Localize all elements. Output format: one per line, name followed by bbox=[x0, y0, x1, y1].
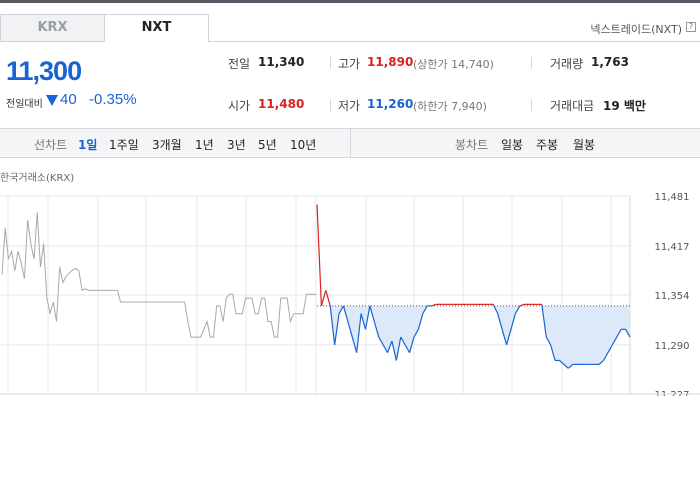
help-icon[interactable]: ? bbox=[686, 22, 696, 32]
low-value: 11,260 bbox=[367, 97, 414, 111]
history-price-line bbox=[1, 212, 316, 338]
period-1d-button[interactable]: 1일 bbox=[78, 136, 97, 153]
price-chart: 11,481 11,417 11,354 11,290 11,227 bbox=[0, 192, 700, 396]
y-tick-label: 11,417 bbox=[655, 242, 690, 253]
price-change-pct: -0.35% bbox=[89, 91, 137, 108]
upper-limit-note: (상한가 14,740) bbox=[413, 58, 494, 71]
prev-close-label: 전일 bbox=[228, 57, 251, 71]
line-chart-heading: 선차트 bbox=[34, 138, 68, 152]
period-3m-button[interactable]: 3개월 bbox=[152, 136, 182, 153]
open-value: 11,480 bbox=[258, 97, 305, 111]
volume-value: 1,763 bbox=[591, 55, 629, 69]
high-label: 고가 bbox=[338, 57, 361, 71]
y-tick-label: 11,481 bbox=[655, 192, 690, 203]
tab-divider bbox=[208, 41, 700, 42]
below-prev-close-area bbox=[317, 305, 630, 369]
turnover-label: 거래대금 bbox=[550, 99, 595, 113]
open-label: 시가 bbox=[228, 99, 251, 113]
stat-divider bbox=[330, 99, 331, 111]
intraday-line-segment bbox=[316, 204, 323, 306]
low-label: 저가 bbox=[338, 99, 361, 113]
candle-chart-heading: 봉차트 bbox=[455, 138, 489, 152]
stat-divider bbox=[330, 57, 331, 69]
y-tick-label: 11,354 bbox=[655, 291, 690, 302]
intraday-line-segment bbox=[519, 303, 525, 307]
stat-divider bbox=[531, 99, 532, 111]
current-price: 11,300 bbox=[6, 56, 82, 86]
down-triangle-icon bbox=[46, 95, 58, 106]
period-10y-button[interactable]: 10년 bbox=[290, 136, 316, 153]
top-border bbox=[0, 0, 700, 3]
price-change: 40 bbox=[60, 91, 77, 108]
prev-close-value: 11,340 bbox=[258, 55, 305, 69]
intraday-line-segment bbox=[320, 290, 327, 307]
period-toolbar: 선차트 1일 1주일 3개월 1년 3년 5년 10년 봉차트 일봉 주봉 월봉 bbox=[0, 128, 700, 158]
intraday-line-segment bbox=[325, 290, 331, 307]
toolbar-divider bbox=[350, 129, 351, 157]
y-tick-label: 11,290 bbox=[655, 341, 690, 352]
exchange-label: 넥스트레이드(NXT) bbox=[590, 23, 682, 36]
period-1w-button[interactable]: 1주일 bbox=[109, 136, 139, 153]
candle-daily-button[interactable]: 일봉 bbox=[501, 136, 523, 153]
intraday-line-segment bbox=[431, 303, 437, 307]
period-3y-button[interactable]: 3년 bbox=[227, 136, 246, 153]
period-1y-button[interactable]: 1년 bbox=[195, 136, 214, 153]
stat-divider bbox=[531, 57, 532, 69]
lower-limit-note: (하한가 7,940) bbox=[413, 100, 487, 113]
turnover-value: 19 백만 bbox=[603, 99, 646, 113]
prev-day-label: 전일대비 bbox=[6, 99, 43, 110]
period-5y-button[interactable]: 5년 bbox=[258, 136, 277, 153]
tab-krx[interactable]: KRX bbox=[0, 14, 105, 42]
candle-monthly-button[interactable]: 월봉 bbox=[573, 136, 595, 153]
y-tick-label: 11,227 bbox=[655, 390, 690, 396]
high-value: 11,890 bbox=[367, 55, 414, 69]
tab-nxt[interactable]: NXT bbox=[104, 14, 209, 42]
volume-label: 거래량 bbox=[550, 57, 584, 71]
candle-weekly-button[interactable]: 주봉 bbox=[536, 136, 558, 153]
